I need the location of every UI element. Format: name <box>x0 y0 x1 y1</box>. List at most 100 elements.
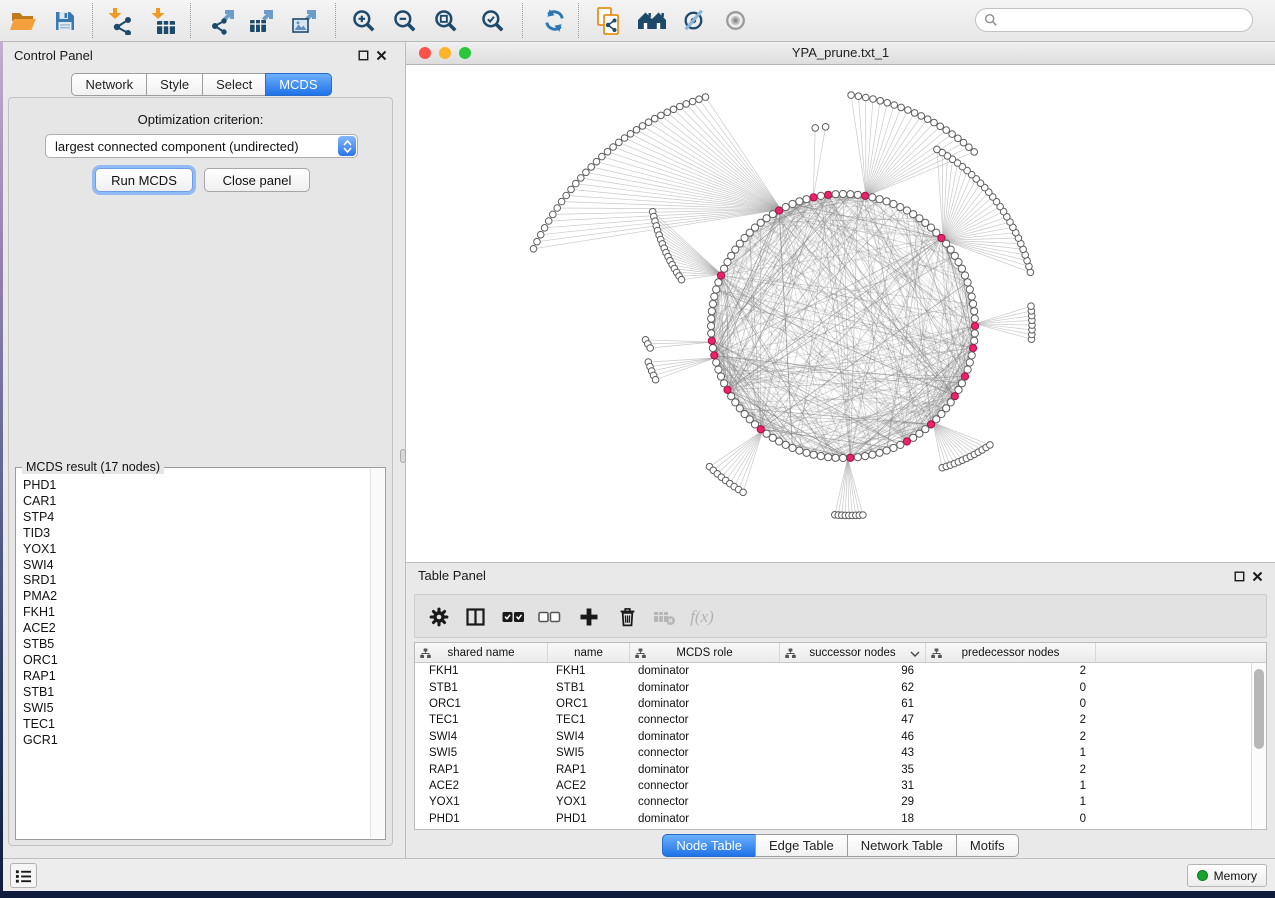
graph-node[interactable] <box>803 449 810 456</box>
mcds-node[interactable] <box>903 438 910 445</box>
graph-leaf-node[interactable] <box>550 211 557 218</box>
network-canvas[interactable] <box>406 65 1275 562</box>
tab-style[interactable]: Style <box>146 73 203 96</box>
graph-leaf-node[interactable] <box>822 124 829 131</box>
graph-leaf-node[interactable] <box>696 96 703 103</box>
graph-node[interactable] <box>869 194 876 201</box>
mcds-node[interactable] <box>825 191 832 198</box>
table-row[interactable]: SWI5SWI5connector431 <box>415 745 1252 761</box>
table-cell[interactable]: 29 <box>780 796 926 808</box>
mcds-result-item[interactable]: SRD1 <box>23 573 370 589</box>
mcds-result-item[interactable]: TID3 <box>23 526 370 542</box>
mcds-result-item[interactable]: PHD1 <box>23 478 370 494</box>
graph-leaf-node[interactable] <box>955 135 962 142</box>
graph-leaf-node[interactable] <box>884 100 891 107</box>
close-panel-button[interactable]: Close panel <box>204 168 310 192</box>
mcds-node[interactable] <box>711 352 718 359</box>
graph-leaf-node[interactable] <box>870 96 877 103</box>
table-cell[interactable]: 96 <box>780 665 926 677</box>
graph-node[interactable] <box>897 204 904 211</box>
graph-leaf-node[interactable] <box>971 149 978 156</box>
graph-node[interactable] <box>707 322 714 329</box>
run-mcds-button[interactable]: Run MCDS <box>95 168 193 192</box>
zoom-out-button[interactable] <box>387 3 423 38</box>
graph-leaf-node[interactable] <box>583 169 590 176</box>
minimize-window-icon[interactable] <box>439 47 451 59</box>
graph-node[interactable] <box>717 373 724 380</box>
graph-leaf-node[interactable] <box>534 238 541 245</box>
table-cell[interactable]: SWI4 <box>548 731 630 743</box>
table-row[interactable]: STB1STB1dominator620 <box>415 679 1252 695</box>
graph-leaf-node[interactable] <box>862 94 869 101</box>
automation-menu-button[interactable] <box>10 863 37 888</box>
export-network-button[interactable] <box>205 3 241 38</box>
graph-node[interactable] <box>854 191 861 198</box>
table-cell[interactable]: dominator <box>630 731 780 743</box>
import-table-button[interactable] <box>146 3 182 38</box>
graph-leaf-node[interactable] <box>678 276 685 283</box>
tab-network[interactable]: Network <box>71 73 147 96</box>
graph-leaf-node[interactable] <box>931 119 938 126</box>
graph-leaf-node[interactable] <box>558 198 565 205</box>
show-column-panel-button[interactable] <box>460 603 490 631</box>
graph-node[interactable] <box>966 286 973 293</box>
column-header-shared-name[interactable]: shared name <box>415 643 548 662</box>
mcds-node[interactable] <box>708 337 715 344</box>
graph-leaf-node[interactable] <box>937 123 944 130</box>
tab-node-table[interactable]: Node Table <box>662 834 756 857</box>
search-input[interactable] <box>1003 12 1244 28</box>
graph-leaf-node[interactable] <box>651 115 658 122</box>
graph-node[interactable] <box>817 453 824 460</box>
mcds-result-item[interactable]: YOX1 <box>23 542 370 558</box>
graph-node[interactable] <box>715 279 722 286</box>
mcds-node[interactable] <box>724 386 731 393</box>
table-cell[interactable]: 0 <box>926 698 1096 710</box>
mcds-result-item[interactable]: STB5 <box>23 637 370 653</box>
column-header-predecessor-nodes[interactable]: predecessor nodes <box>926 643 1096 662</box>
graph-leaf-node[interactable] <box>949 131 956 138</box>
graph-node[interactable] <box>721 265 728 272</box>
table-cell[interactable]: STB1 <box>548 682 630 694</box>
export-table-button[interactable] <box>244 3 280 38</box>
mcds-node[interactable] <box>970 345 977 352</box>
graph-leaf-node[interactable] <box>554 205 561 212</box>
table-scrollbar-thumb[interactable] <box>1254 669 1264 749</box>
graph-node[interactable] <box>708 308 715 315</box>
graph-leaf-node[interactable] <box>918 113 925 120</box>
select-all-button[interactable] <box>498 603 528 631</box>
graph-node[interactable] <box>782 441 789 448</box>
graph-node[interactable] <box>839 190 846 197</box>
table-cell[interactable]: 0 <box>926 682 1096 694</box>
graph-node[interactable] <box>847 191 854 198</box>
graph-node[interactable] <box>958 380 965 387</box>
table-cell[interactable]: dominator <box>630 813 780 825</box>
table-cell[interactable]: RAP1 <box>548 764 630 776</box>
tab-select[interactable]: Select <box>202 73 266 96</box>
graph-node[interactable] <box>839 454 846 461</box>
graph-node[interactable] <box>961 272 968 279</box>
zoom-in-button[interactable] <box>346 3 382 38</box>
mcds-result-item[interactable]: ORC1 <box>23 653 370 669</box>
table-cell[interactable]: 43 <box>780 747 926 759</box>
zoom-selected-button[interactable] <box>475 3 511 38</box>
graph-leaf-node[interactable] <box>578 175 585 182</box>
mcds-result-item[interactable]: RAP1 <box>23 669 370 685</box>
graph-node[interactable] <box>721 380 728 387</box>
graph-node[interactable] <box>970 300 977 307</box>
graph-node[interactable] <box>883 198 890 205</box>
graph-leaf-node[interactable] <box>588 164 595 171</box>
graph-node[interactable] <box>810 451 817 458</box>
table-row[interactable]: ACE2ACE2connector311 <box>415 778 1252 794</box>
graph-node[interactable] <box>890 444 897 451</box>
table-cell[interactable]: PHD1 <box>415 813 548 825</box>
graph-node[interactable] <box>869 451 876 458</box>
optimization-criterion-select[interactable]: largest connected component (undirected) <box>45 134 358 158</box>
graph-node[interactable] <box>971 315 978 322</box>
graph-node[interactable] <box>715 366 722 373</box>
graph-node[interactable] <box>817 192 824 199</box>
houses-button[interactable] <box>634 3 670 38</box>
close-panel-icon[interactable] <box>376 50 387 61</box>
mcds-result-item[interactable]: PMA2 <box>23 589 370 605</box>
zoom-fit-button[interactable] <box>428 3 464 38</box>
table-cell[interactable]: dominator <box>630 665 780 677</box>
